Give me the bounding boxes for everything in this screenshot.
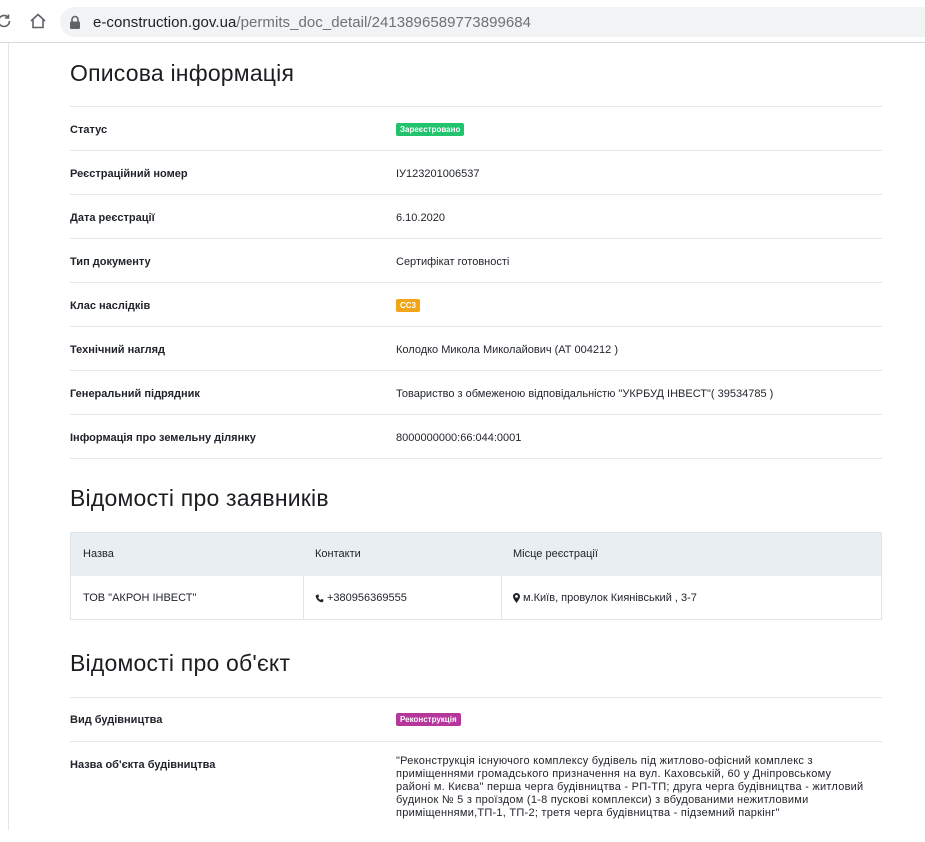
table-row: ТОВ "АКРОН ІНВЕСТ" +380956369555 м.Київ,… <box>71 576 881 619</box>
page-left-border <box>8 43 9 830</box>
doc-type-value: Сертифікат готовності <box>396 256 510 268</box>
object-name-line: районі м. Києва" перша черга будівництва… <box>396 781 864 793</box>
status-label: Статус <box>70 124 108 136</box>
object-name-line: будинок № 5 з проїздом (1-8 пускові комп… <box>396 794 809 806</box>
url-domain: e-construction.gov.ua <box>93 14 237 31</box>
header-name: Назва <box>83 548 114 560</box>
row-consequence-class: Клас наслідків СС3 <box>70 283 882 327</box>
contractor-label: Генеральний підрядник <box>70 388 200 400</box>
consequence-label: Клас наслідків <box>70 300 151 312</box>
applicant-address: м.Київ, провулок Киянівський , 3-7 <box>523 592 697 604</box>
doc-type-label: Тип документу <box>70 256 151 268</box>
applicant-name: ТОВ "АКРОН ІНВЕСТ" <box>83 592 197 604</box>
row-doc-type: Тип документу Сертифікат готовності <box>70 239 882 283</box>
home-icon[interactable] <box>26 8 50 34</box>
section-title-descriptive: Описова інформація <box>70 60 295 86</box>
url-text[interactable]: e-construction.gov.ua/permits_doc_detail… <box>93 14 531 31</box>
object-info-list: Вид будівництва Реконструкція Назва об'є… <box>70 697 882 842</box>
section-title-applicants: Відомості про заявників <box>70 485 329 511</box>
map-marker-icon <box>513 593 520 603</box>
table-header: Назва Контакти Місце реєстрації <box>71 533 881 576</box>
construction-kind-badge: Реконструкція <box>396 713 461 726</box>
header-contacts: Контакти <box>315 548 361 560</box>
object-name-line: "Реконструкція існуючого комплексу будів… <box>396 755 813 767</box>
contractor-value: Товариство з обмеженою відповідальністю … <box>396 388 774 400</box>
construction-kind-label: Вид будівництва <box>70 714 163 726</box>
land-value: 8000000000:66:044:0001 <box>396 432 522 444</box>
supervision-value: Колодко Микола Миколайович (АТ 004212 ) <box>396 344 618 356</box>
lock-icon[interactable] <box>68 14 82 30</box>
row-construction-kind: Вид будівництва Реконструкція <box>70 698 882 742</box>
status-badge: Зареєстровано <box>396 123 465 136</box>
object-name-value: "Реконструкція існуючого комплексу будів… <box>396 755 886 820</box>
reg-date-label: Дата реєстрації <box>70 212 155 224</box>
supervision-label: Технічний нагляд <box>70 344 166 356</box>
object-name-line: приміщеннями громадського призначення на… <box>396 768 832 780</box>
phone-icon <box>315 594 324 603</box>
applicants-table: Назва Контакти Місце реєстрації ТОВ "АКР… <box>70 532 882 620</box>
consequence-badge: СС3 <box>396 299 421 312</box>
address-bar[interactable]: e-construction.gov.ua/permits_doc_detail… <box>60 7 925 37</box>
reg-number-label: Реєстраційний номер <box>70 168 188 180</box>
applicant-contact: +380956369555 <box>315 592 407 604</box>
reg-date-value: 6.10.2020 <box>396 212 445 224</box>
land-label: Інформація про земельну ділянку <box>70 432 256 444</box>
row-object-name: Назва об'єкта будівництва "Реконструкція… <box>70 742 882 842</box>
object-name-line: приміщеннями,ТП-1, ТП-2; третя черга буд… <box>396 807 780 819</box>
applicant-phone: +380956369555 <box>327 592 407 604</box>
url-path: /permits_doc_detail/2413896589773899684 <box>236 14 532 31</box>
row-supervision: Технічний нагляд Колодко Микола Миколайо… <box>70 327 882 371</box>
section-title-object: Відомості про об'єкт <box>70 650 291 676</box>
reg-number-value: ІУ123201006537 <box>396 168 480 180</box>
reload-icon[interactable] <box>0 8 16 34</box>
applicant-registration-place: м.Київ, провулок Киянівський , 3-7 <box>513 592 697 604</box>
row-status: Статус Зареєстровано <box>70 107 882 151</box>
browser-toolbar: e-construction.gov.ua/permits_doc_detail… <box>0 0 925 43</box>
row-reg-date: Дата реєстрації 6.10.2020 <box>70 195 882 239</box>
row-contractor: Генеральний підрядник Товариство з обмеж… <box>70 371 882 415</box>
object-name-label: Назва об'єкта будівництва <box>70 759 216 771</box>
row-land-plot: Інформація про земельну ділянку 80000000… <box>70 415 882 459</box>
header-registration-place: Місце реєстрації <box>513 548 598 560</box>
descriptive-info-list: Статус Зареєстровано Реєстраційний номер… <box>70 106 882 459</box>
row-reg-number: Реєстраційний номер ІУ123201006537 <box>70 151 882 195</box>
